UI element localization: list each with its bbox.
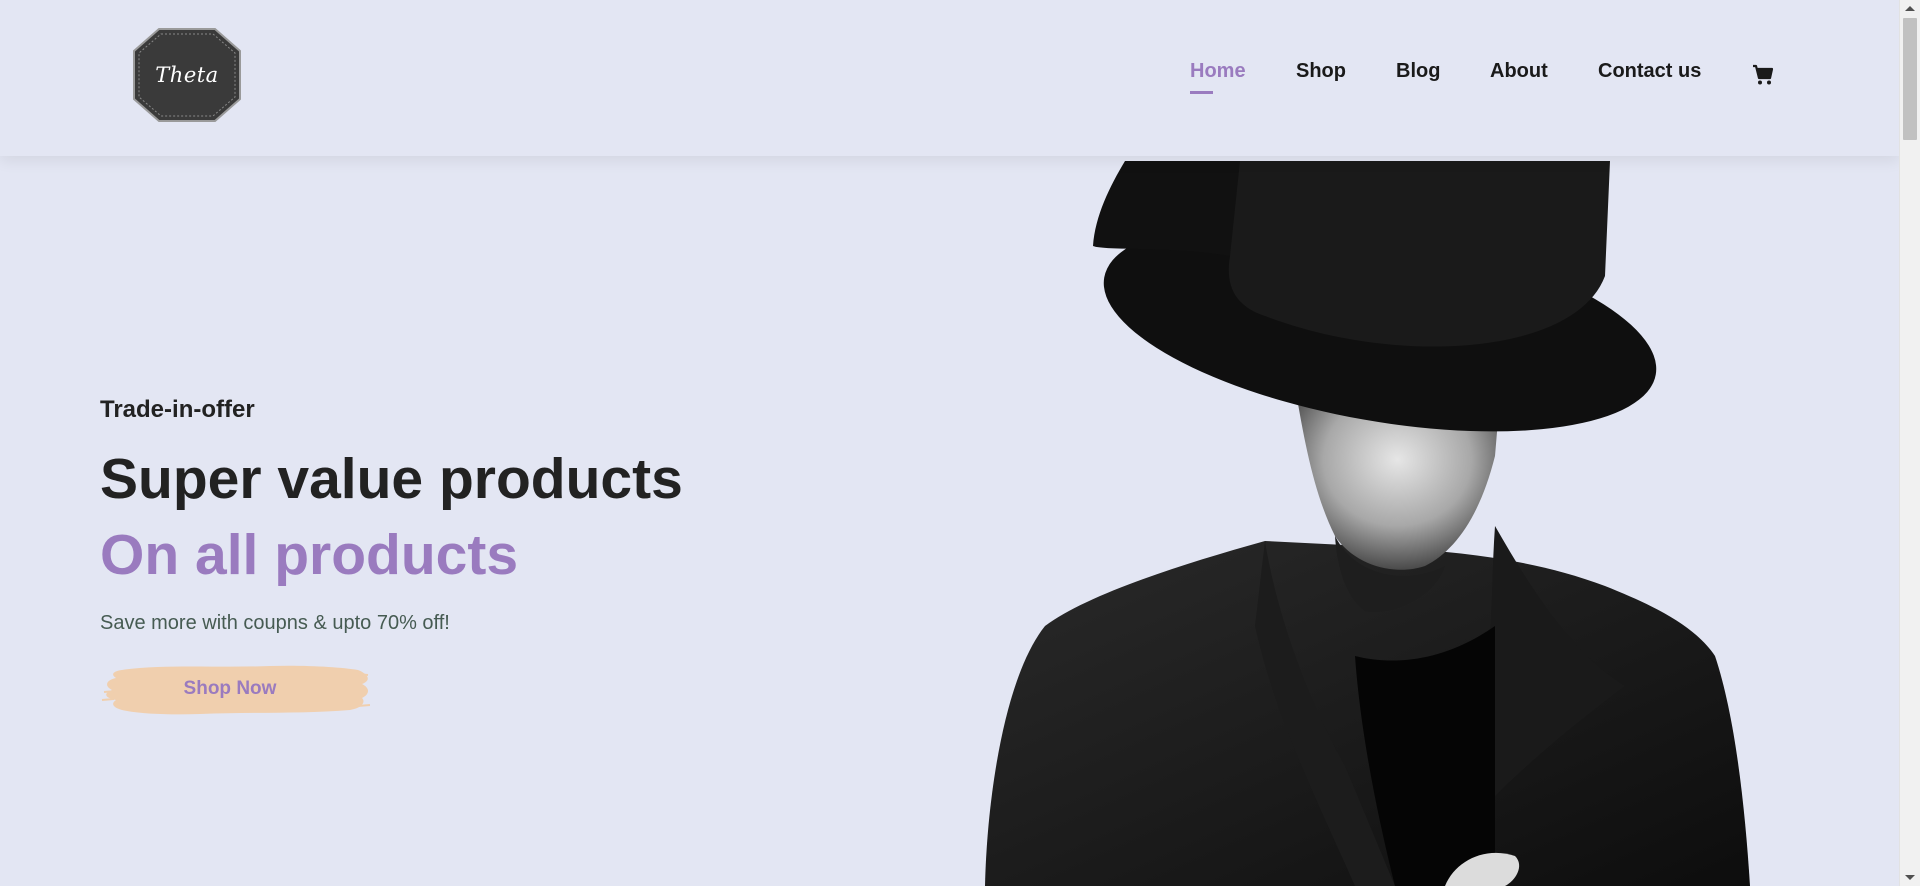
- shop-now-button[interactable]: Shop Now: [100, 662, 370, 716]
- scroll-up-arrow-icon[interactable]: [1905, 6, 1915, 11]
- hero-headline: Super value products: [100, 447, 683, 511]
- main-nav: Home Shop Blog About Contact us: [0, 60, 1899, 94]
- nav-contact-us[interactable]: Contact us: [1598, 60, 1701, 83]
- hero-subtext: Save more with coupns & upto 70% off!: [100, 612, 450, 634]
- nav-shop[interactable]: Shop: [1296, 60, 1346, 83]
- shopping-cart-icon[interactable]: [1752, 64, 1774, 86]
- nav-home[interactable]: Home: [1190, 60, 1246, 83]
- hero-tagline: Trade-in-offer: [100, 396, 255, 423]
- nav-blog[interactable]: Blog: [1396, 60, 1440, 83]
- nav-about[interactable]: About: [1490, 60, 1548, 83]
- site-header: Theta Home Shop Blog About Contact us: [0, 0, 1899, 156]
- shop-now-label: Shop Now: [183, 678, 277, 699]
- vertical-scrollbar[interactable]: [1899, 0, 1920, 886]
- scroll-thumb[interactable]: [1903, 18, 1917, 140]
- nav-active-underline: [1190, 91, 1213, 94]
- hero-image-man-in-hat: [975, 156, 1875, 886]
- scroll-down-arrow-icon[interactable]: [1905, 875, 1915, 880]
- hero-highlight: On all products: [100, 523, 519, 587]
